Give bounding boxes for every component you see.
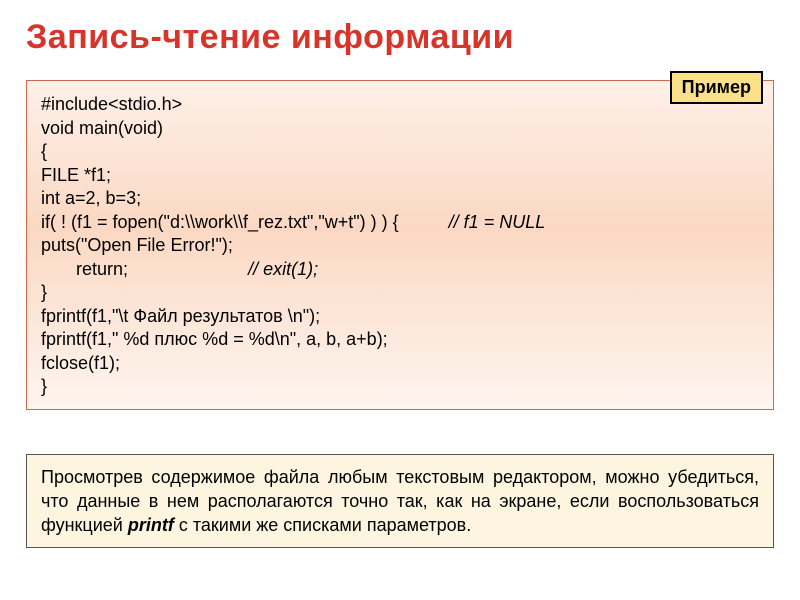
printf-keyword: printf: [128, 515, 174, 535]
code-comment: // exit(1);: [248, 259, 318, 279]
code-line: {: [41, 140, 759, 164]
code-line: return; // exit(1);: [41, 258, 759, 282]
code-line: if( ! (f1 = fopen("d:\\work\\f_rez.txt",…: [41, 211, 759, 235]
code-line: puts("Open File Error!");: [41, 234, 759, 258]
code-line: #include<stdio.h>: [41, 93, 759, 117]
example-badge: Пример: [670, 71, 763, 104]
code-line: fclose(f1);: [41, 352, 759, 376]
code-line: void main(void): [41, 117, 759, 141]
code-line: }: [41, 375, 759, 399]
code-line: FILE *f1;: [41, 164, 759, 188]
code-comment: // f1 = NULL: [449, 212, 546, 232]
code-line: fprintf(f1," %d плюс %d = %d\n", a, b, a…: [41, 328, 759, 352]
code-line: }: [41, 281, 759, 305]
explanation-box: Просмотрев содержимое файла любым тексто…: [26, 454, 774, 548]
explanation-text: Просмотрев содержимое файла любым тексто…: [41, 465, 759, 537]
code-example-box: Пример #include<stdio.h> void main(void)…: [26, 80, 774, 410]
code-line: int a=2, b=3;: [41, 187, 759, 211]
page-title: Запись-чтение информации: [0, 0, 800, 57]
code-line: fprintf(f1,"\t Файл результатов \n");: [41, 305, 759, 329]
